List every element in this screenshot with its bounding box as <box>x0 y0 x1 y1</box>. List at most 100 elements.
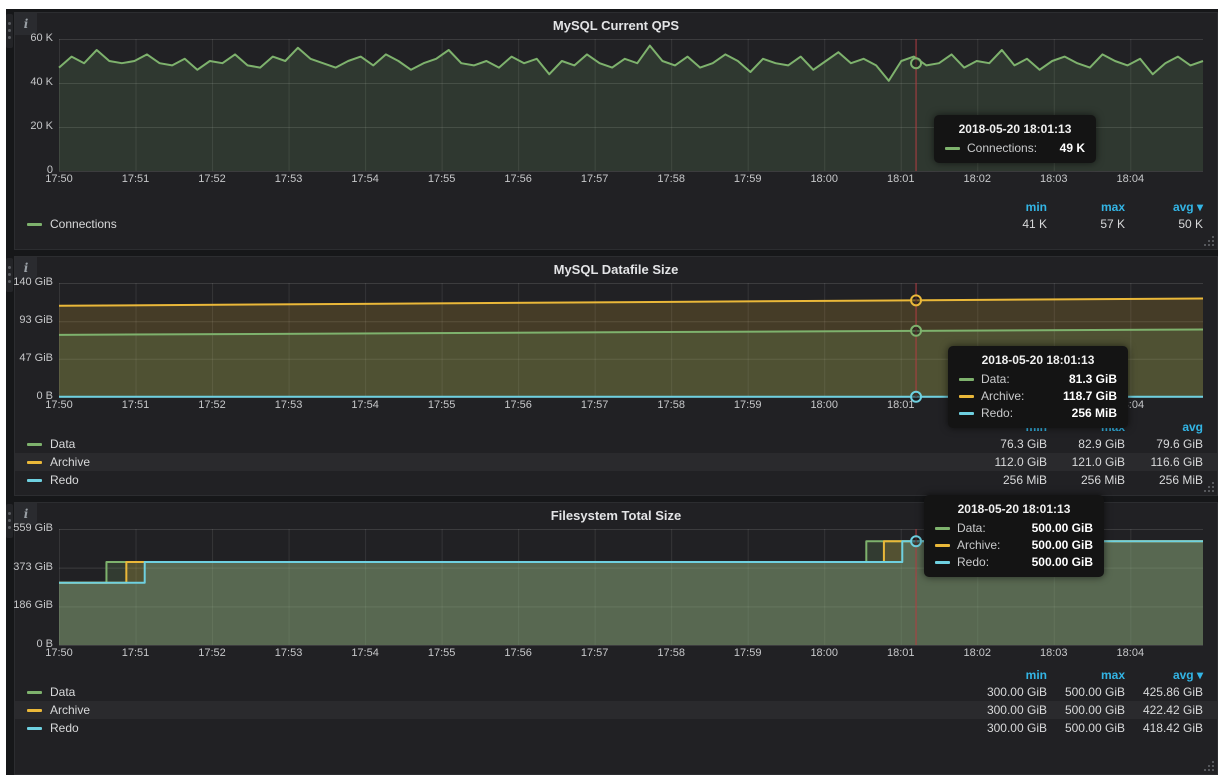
legend-sort-avg[interactable]: avg <box>1125 420 1203 434</box>
tooltip-value: 500.00 GiB <box>1018 521 1093 535</box>
legend: min max avg ▾ Connections 41 K 57 K 50 K <box>15 199 1217 233</box>
series-color-dash <box>959 395 974 398</box>
legend-series-label: Connections <box>50 217 117 231</box>
legend-min-value: 41 K <box>969 217 1047 231</box>
legend-values: 112.0 GiB 121.0 GiB 116.6 GiB <box>969 455 1203 469</box>
legend-sort-max[interactable]: max <box>1047 668 1125 682</box>
tooltip-time: 2018-05-20 18:01:13 <box>945 122 1085 136</box>
series-color-dash <box>935 561 950 564</box>
tooltip-row: Connections: 49 K <box>945 141 1085 155</box>
legend-min-value: 300.00 GiB <box>969 721 1047 735</box>
legend-avg-value: 50 K <box>1125 217 1203 231</box>
tooltip-time: 2018-05-20 18:01:13 <box>959 353 1117 367</box>
legend-headers: min max avg ▾ <box>15 667 1217 683</box>
series-color-dash <box>27 479 42 482</box>
legend-row-data: Data 300.00 GiB 500.00 GiB 425.86 GiB <box>15 683 1217 701</box>
legend-max-value: 82.9 GiB <box>1047 437 1125 451</box>
graph-tooltip-datafile: 2018-05-20 18:01:13 Data: 81.3 GiB Archi… <box>948 346 1128 428</box>
info-glyph: i <box>24 17 29 31</box>
legend-max-value: 500.00 GiB <box>1047 703 1125 717</box>
tooltip-label: Redo: <box>981 406 1013 420</box>
y-axis: 020 K40 K60 K <box>15 39 59 171</box>
legend-sort-min[interactable]: min <box>969 668 1047 682</box>
legend-sort-avg[interactable]: avg ▾ <box>1125 668 1203 682</box>
y-axis: 0 B186 GiB373 GiB559 GiB <box>15 529 59 645</box>
legend-max-value: 500.00 GiB <box>1047 685 1125 699</box>
legend-series-label: Archive <box>50 455 90 469</box>
legend-series-toggle[interactable]: Connections <box>27 217 117 231</box>
legend-series-toggle[interactable]: Archive <box>27 703 90 717</box>
legend-row-connections: Connections 41 K 57 K 50 K <box>15 215 1217 233</box>
legend-row-redo: Redo 300.00 GiB 500.00 GiB 418.42 GiB <box>15 719 1217 737</box>
legend-avg-value: 116.6 GiB <box>1125 455 1203 469</box>
legend-series-toggle[interactable]: Data <box>27 437 75 451</box>
tooltip-row: Data: 500.00 GiB <box>935 521 1093 535</box>
series-color-dash <box>959 378 974 381</box>
panel-title[interactable]: MySQL Datafile Size <box>15 257 1217 283</box>
legend-series-toggle[interactable]: Data <box>27 685 75 699</box>
legend-row-archive: Archive 112.0 GiB 121.0 GiB 116.6 GiB <box>15 453 1217 471</box>
legend-series-toggle[interactable]: Redo <box>27 721 79 735</box>
resize-grip-icon <box>1212 244 1214 246</box>
legend-values: 41 K 57 K 50 K <box>969 217 1203 231</box>
legend-max-value: 121.0 GiB <box>1047 455 1125 469</box>
info-glyph: i <box>24 261 29 275</box>
tooltip-label: Data: <box>981 372 1010 386</box>
legend: min max avg Data 76.3 GiB 82.9 GiB 79.6 … <box>15 419 1217 489</box>
series-color-dash <box>945 147 960 150</box>
tooltip-value: 256 MiB <box>1058 406 1117 420</box>
tooltip-label: Redo: <box>957 555 989 569</box>
legend-avg-value: 418.42 GiB <box>1125 721 1203 735</box>
panel-drag-handle[interactable] <box>6 258 13 292</box>
tooltip-label: Archive: <box>957 538 1000 552</box>
panel-resize-grip[interactable] <box>1203 760 1214 771</box>
series-color-dash <box>27 223 42 226</box>
resize-grip-icon <box>1212 490 1214 492</box>
y-axis: 0 B47 GiB93 GiB140 GiB <box>15 283 59 397</box>
series-color-dash <box>959 412 974 415</box>
legend-series-label: Data <box>50 685 75 699</box>
tooltip-value: 118.7 GiB <box>1049 389 1117 403</box>
tooltip-label: Archive: <box>981 389 1024 403</box>
legend-sort-avg[interactable]: avg ▾ <box>1125 200 1203 214</box>
legend-row-redo: Redo 256 MiB 256 MiB 256 MiB <box>15 471 1217 489</box>
legend-values: 300.00 GiB 500.00 GiB 418.42 GiB <box>969 721 1203 735</box>
panel-drag-handle[interactable] <box>6 504 13 538</box>
tooltip-value: 49 K <box>1046 141 1085 155</box>
grafana-dashboard: i MySQL Current QPS 020 K40 K60 K 17:501… <box>6 9 1218 775</box>
resize-grip-icon <box>1212 769 1214 771</box>
legend-min-value: 300.00 GiB <box>969 685 1047 699</box>
legend: min max avg ▾ Data 300.00 GiB 500.00 GiB… <box>15 667 1217 737</box>
series-color-dash <box>27 727 42 730</box>
panel-title[interactable]: MySQL Current QPS <box>15 13 1217 39</box>
tooltip-value: 500.00 GiB <box>1018 555 1093 569</box>
graph-tooltip-qps: 2018-05-20 18:01:13 Connections: 49 K <box>934 115 1096 163</box>
panel-resize-grip[interactable] <box>1203 235 1214 246</box>
legend-avg-value: 256 MiB <box>1125 473 1203 487</box>
legend-series-label: Data <box>50 437 75 451</box>
tooltip-row: Redo: 500.00 GiB <box>935 555 1093 569</box>
legend-sort-min[interactable]: min <box>969 200 1047 214</box>
panel-resize-grip[interactable] <box>1203 481 1214 492</box>
tooltip-row: Data: 81.3 GiB <box>959 372 1117 386</box>
legend-avg-value: 422.42 GiB <box>1125 703 1203 717</box>
legend-sort-max[interactable]: max <box>1047 200 1125 214</box>
tooltip-value: 500.00 GiB <box>1018 538 1093 552</box>
tooltip-label: Connections: <box>967 141 1037 155</box>
tooltip-row: Archive: 500.00 GiB <box>935 538 1093 552</box>
legend-series-toggle[interactable]: Redo <box>27 473 79 487</box>
tooltip-row: Redo: 256 MiB <box>959 406 1117 420</box>
series-color-dash <box>27 709 42 712</box>
info-glyph: i <box>24 507 29 521</box>
legend-values: 256 MiB 256 MiB 256 MiB <box>969 473 1203 487</box>
legend-values: 300.00 GiB 500.00 GiB 425.86 GiB <box>969 685 1203 699</box>
legend-series-label: Redo <box>50 473 79 487</box>
legend-series-toggle[interactable]: Archive <box>27 455 90 469</box>
legend-min-value: 300.00 GiB <box>969 703 1047 717</box>
legend-series-label: Archive <box>50 703 90 717</box>
x-axis: 17:5017:5117:5217:5317:5417:5517:5617:57… <box>15 171 1217 189</box>
drag-dots-icon <box>8 266 11 269</box>
legend-max-value: 57 K <box>1047 217 1125 231</box>
panel-drag-handle[interactable] <box>6 14 13 48</box>
legend-avg-value: 79.6 GiB <box>1125 437 1203 451</box>
